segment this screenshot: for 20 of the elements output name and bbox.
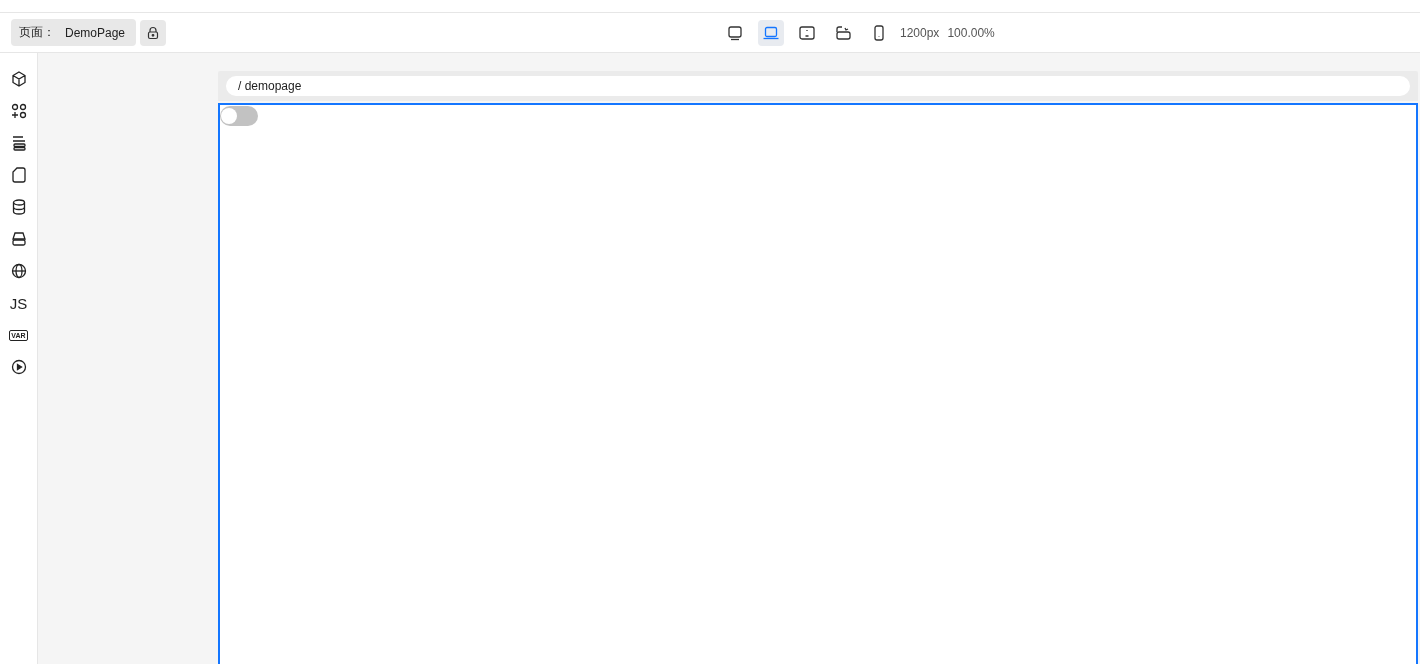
- components-icon: [9, 102, 28, 120]
- storage-icon: [9, 230, 28, 248]
- js-button[interactable]: JS: [6, 291, 31, 315]
- play-icon: [9, 358, 28, 376]
- canvas-width: 1200px: [900, 25, 940, 40]
- laptop-button[interactable]: [758, 19, 784, 46]
- zoom-level: 100.00%: [947, 25, 995, 40]
- lock-icon: [146, 25, 161, 40]
- tablet-rotate-icon: [834, 23, 852, 42]
- cube-icon: [9, 70, 28, 88]
- lock-button[interactable]: [140, 19, 167, 46]
- page-icon: [9, 166, 28, 184]
- desktop-icon: [726, 23, 744, 42]
- globe-icon: [9, 262, 28, 280]
- page-name: DemoPage: [65, 25, 126, 40]
- tablet-landscape-icon: [798, 23, 816, 42]
- breadcrumb: / demopage: [226, 76, 1410, 96]
- page-selector[interactable]: 页面： DemoPage: [11, 19, 137, 46]
- toggle-switch[interactable]: [220, 106, 258, 126]
- page-label: 页面：: [19, 24, 55, 41]
